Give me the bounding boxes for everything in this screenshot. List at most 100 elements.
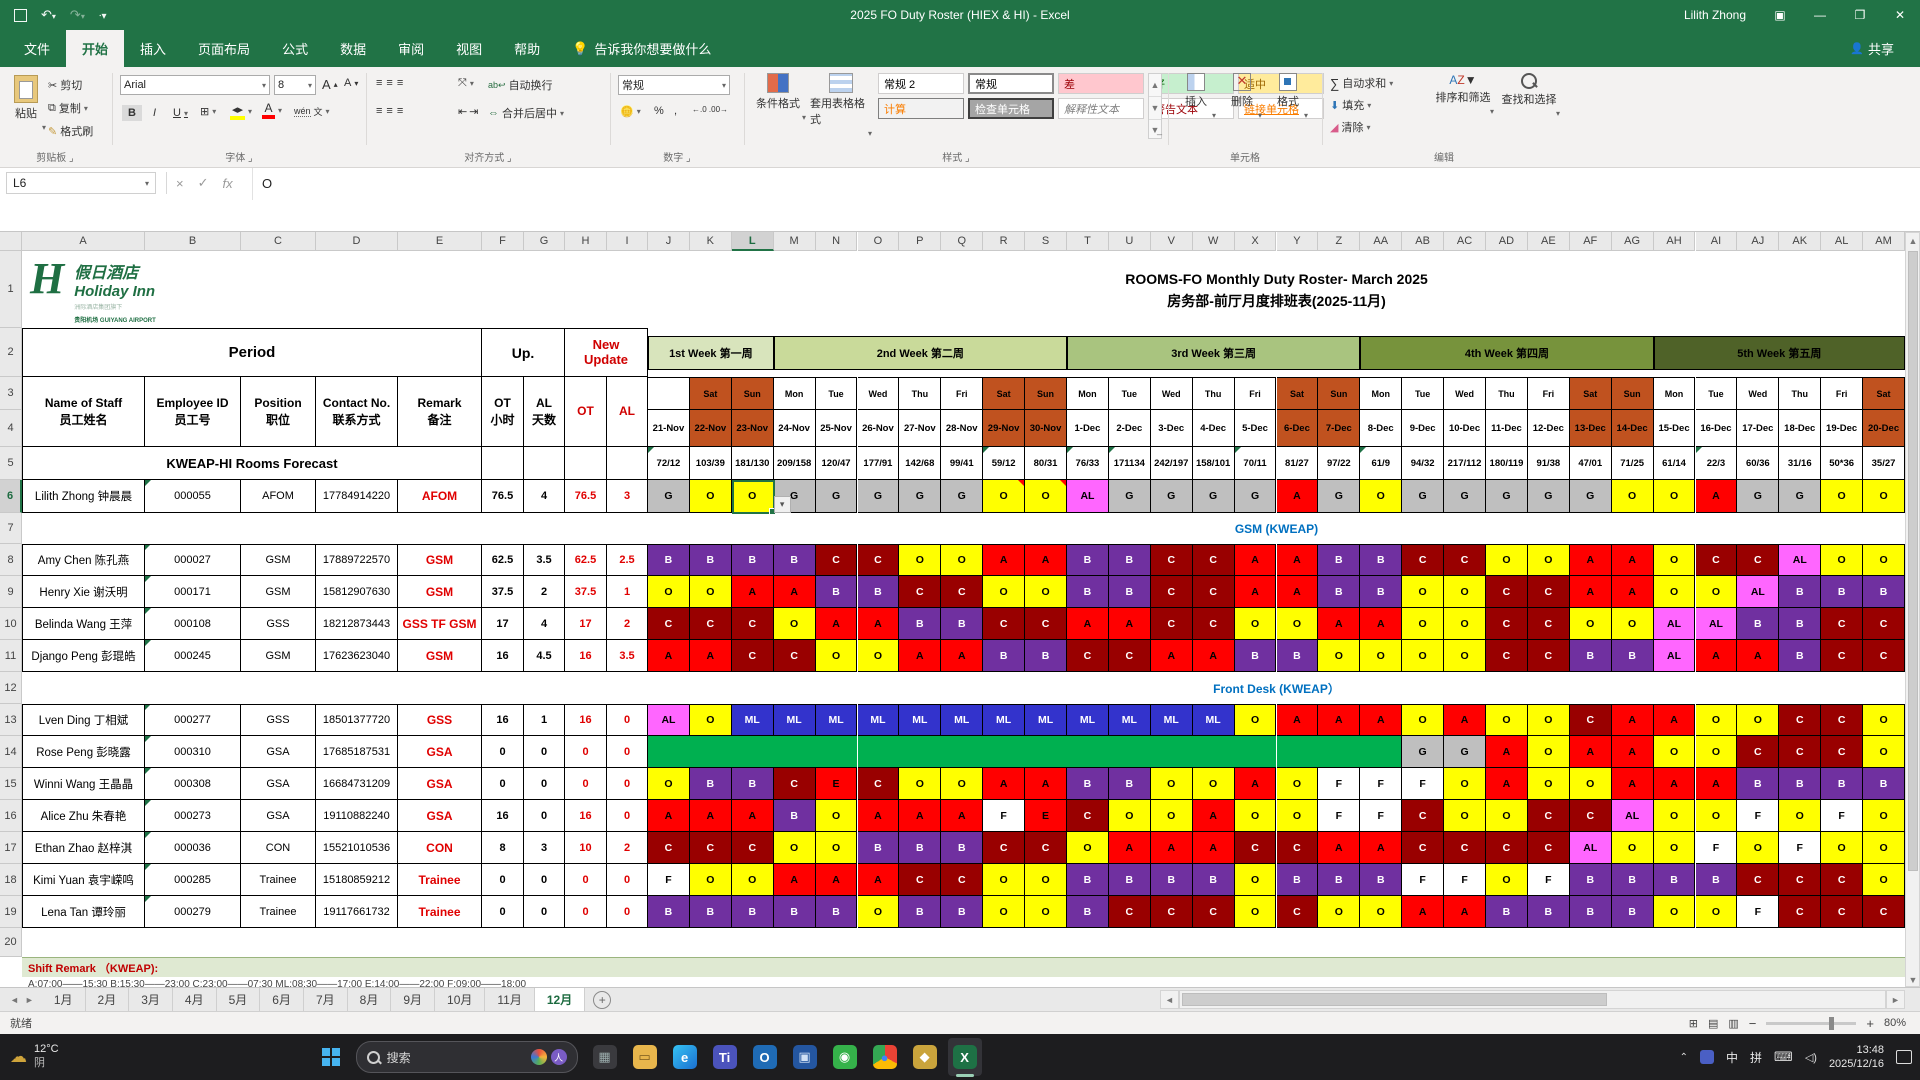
shift-cell-L6[interactable]: O bbox=[731, 480, 774, 513]
sheet-tab-8月[interactable]: 8月 bbox=[347, 988, 392, 1011]
shift-cell-AL9[interactable]: B bbox=[1821, 576, 1864, 608]
shift-cell-V8[interactable]: C bbox=[1150, 544, 1193, 576]
cell-A3-name-of-staff[interactable]: Name of Staff 员工姓名 bbox=[22, 377, 145, 447]
shift-cell-V18[interactable]: B bbox=[1150, 864, 1193, 896]
shift-cell-AJ6[interactable]: G bbox=[1737, 480, 1780, 513]
taskbar-clock[interactable]: 13:48 2025/12/16 bbox=[1829, 1043, 1884, 1072]
shift-cell-AJ14[interactable]: C bbox=[1737, 736, 1780, 768]
cell-A11-name[interactable]: Django Peng 彭琨皓 bbox=[22, 640, 145, 672]
shift-cell-AA16[interactable]: F bbox=[1360, 800, 1403, 832]
column-header-F[interactable]: F bbox=[482, 232, 524, 251]
shift-cell-P13[interactable]: ML bbox=[899, 704, 942, 736]
day-header-8-Dec[interactable]: Mon bbox=[1360, 377, 1403, 410]
date-cell-11-Dec[interactable]: 11-Dec bbox=[1486, 410, 1528, 447]
shift-cell-AG13[interactable]: A bbox=[1611, 704, 1654, 736]
shift-cell-T8[interactable]: B bbox=[1067, 544, 1109, 576]
wrap-text-button[interactable]: ab↩ 自动换行 bbox=[488, 77, 553, 93]
column-header-X[interactable]: X bbox=[1234, 232, 1277, 251]
shift-cell-O6[interactable]: G bbox=[857, 480, 900, 513]
cell-B11-id[interactable]: 000245 bbox=[145, 640, 241, 672]
shift-cell-T9[interactable]: B bbox=[1067, 576, 1109, 608]
zoom-out-icon[interactable]: − bbox=[1749, 1016, 1757, 1031]
shift-cell-AC13[interactable]: A bbox=[1444, 704, 1486, 736]
shift-cell-AB13[interactable]: O bbox=[1402, 704, 1445, 736]
forecast-cell-26-Nov[interactable]: 177/91 bbox=[857, 447, 900, 480]
cell-H3-ot-new[interactable]: OT bbox=[565, 377, 607, 447]
date-cell-12-Dec[interactable]: 12-Dec bbox=[1527, 410, 1570, 447]
shift-cell-L18[interactable]: O bbox=[731, 864, 774, 896]
shift-cell-AE9[interactable]: C bbox=[1527, 576, 1570, 608]
column-header-H[interactable]: H bbox=[565, 232, 607, 251]
shift-cell-U17[interactable]: A bbox=[1108, 832, 1151, 864]
shift-cell-AA10[interactable]: A bbox=[1360, 608, 1403, 640]
shift-cell-U13[interactable]: ML bbox=[1108, 704, 1151, 736]
shift-cell-AG8[interactable]: A bbox=[1611, 544, 1654, 576]
sheet-tab-5月[interactable]: 5月 bbox=[216, 988, 261, 1011]
shift-cell-AK9[interactable]: B bbox=[1779, 576, 1822, 608]
column-header-G[interactable]: G bbox=[524, 232, 565, 251]
cell-A6-name[interactable]: Lilith Zhong 钟晨晨 bbox=[22, 480, 145, 513]
cell-H18-ot-new[interactable]: 0 bbox=[565, 864, 607, 896]
shift-cell-P10[interactable]: B bbox=[899, 608, 942, 640]
cell-D11-contact[interactable]: 17623623040 bbox=[316, 640, 398, 672]
sheet-nav-right-icon[interactable]: ► bbox=[25, 995, 34, 1005]
shift-cell-AE6[interactable]: G bbox=[1527, 480, 1570, 513]
shift-cell-AC9[interactable]: O bbox=[1444, 576, 1486, 608]
paste-button[interactable]: 粘贴 ▾ bbox=[6, 75, 46, 132]
shift-cell-T16[interactable]: C bbox=[1067, 800, 1109, 832]
column-header-I[interactable]: I bbox=[607, 232, 648, 251]
shift-cell-L8[interactable]: B bbox=[731, 544, 774, 576]
shift-cell-V16[interactable]: O bbox=[1150, 800, 1193, 832]
shift-cell-AA15[interactable]: F bbox=[1360, 768, 1403, 800]
taskbar-icon-teams[interactable]: Ti bbox=[708, 1038, 742, 1076]
copy-button[interactable]: ⧉ 复制 ▾ bbox=[48, 100, 88, 116]
shift-cell-J18[interactable]: F bbox=[648, 864, 690, 896]
forecast-cell-17-Dec[interactable]: 60/36 bbox=[1737, 447, 1780, 480]
shift-cell-K15[interactable]: B bbox=[689, 768, 732, 800]
cell-B8-id[interactable]: 000027 bbox=[145, 544, 241, 576]
cell-C13-position[interactable]: GSS bbox=[241, 704, 316, 736]
shift-cell-M14[interactable] bbox=[773, 736, 816, 768]
shift-cell-W15[interactable]: O bbox=[1192, 768, 1235, 800]
percent-style-icon[interactable]: % bbox=[654, 105, 664, 117]
cell-A13-name[interactable]: Lven Ding 丁相斌 bbox=[22, 704, 145, 736]
cell-H17-ot-new[interactable]: 10 bbox=[565, 832, 607, 864]
shift-cell-T6[interactable]: AL bbox=[1067, 480, 1109, 513]
cell-G11-al[interactable]: 4.5 bbox=[524, 640, 565, 672]
cell-E16-remark[interactable]: GSA bbox=[398, 800, 482, 832]
shift-cell-AG6[interactable]: O bbox=[1611, 480, 1654, 513]
shift-cell-T10[interactable]: A bbox=[1067, 608, 1109, 640]
shift-cell-AI13[interactable]: O bbox=[1695, 704, 1738, 736]
shift-cell-O15[interactable]: C bbox=[857, 768, 900, 800]
shift-cell-AM10[interactable]: C bbox=[1863, 608, 1905, 640]
shift-cell-S13[interactable]: ML bbox=[1025, 704, 1067, 736]
cell-style-常规[interactable]: 常规 bbox=[968, 73, 1054, 94]
cell-D19-contact[interactable]: 19117661732 bbox=[316, 896, 398, 928]
shift-cell-Z16[interactable]: F bbox=[1318, 800, 1361, 832]
cell-A14-name[interactable]: Rose Peng 彭晓露 bbox=[22, 736, 145, 768]
shift-cell-R18[interactable]: O bbox=[983, 864, 1026, 896]
cell-G8-al[interactable]: 3.5 bbox=[524, 544, 565, 576]
day-header-9-Dec[interactable]: Tue bbox=[1402, 377, 1445, 410]
shift-cell-Y19[interactable]: C bbox=[1276, 896, 1319, 928]
shift-cell-M19[interactable]: B bbox=[773, 896, 816, 928]
day-header-13-Dec[interactable]: Sat bbox=[1569, 377, 1612, 410]
forecast-cell-5-Dec[interactable]: 70/11 bbox=[1234, 447, 1277, 480]
shift-cell-AC16[interactable]: O bbox=[1444, 800, 1486, 832]
shift-cell-W16[interactable]: A bbox=[1192, 800, 1235, 832]
decimal-icons[interactable]: ←.0 .00→ bbox=[692, 105, 728, 114]
shift-cell-U6[interactable]: G bbox=[1108, 480, 1151, 513]
shift-cell-X6[interactable]: G bbox=[1234, 480, 1277, 513]
cell-C8-position[interactable]: GSM bbox=[241, 544, 316, 576]
shift-cell-AJ9[interactable]: AL bbox=[1737, 576, 1780, 608]
shift-cell-X16[interactable]: O bbox=[1234, 800, 1277, 832]
bold-button[interactable]: B bbox=[122, 105, 142, 121]
cell-empty-r5-F[interactable] bbox=[482, 447, 524, 480]
column-header-S[interactable]: S bbox=[1025, 232, 1067, 251]
column-header-O[interactable]: O bbox=[857, 232, 900, 251]
shift-cell-AG15[interactable]: A bbox=[1611, 768, 1654, 800]
select-all-corner[interactable] bbox=[0, 232, 22, 251]
shift-cell-AD11[interactable]: C bbox=[1486, 640, 1528, 672]
cell-G16-al[interactable]: 0 bbox=[524, 800, 565, 832]
shift-cell-U15[interactable]: B bbox=[1108, 768, 1151, 800]
